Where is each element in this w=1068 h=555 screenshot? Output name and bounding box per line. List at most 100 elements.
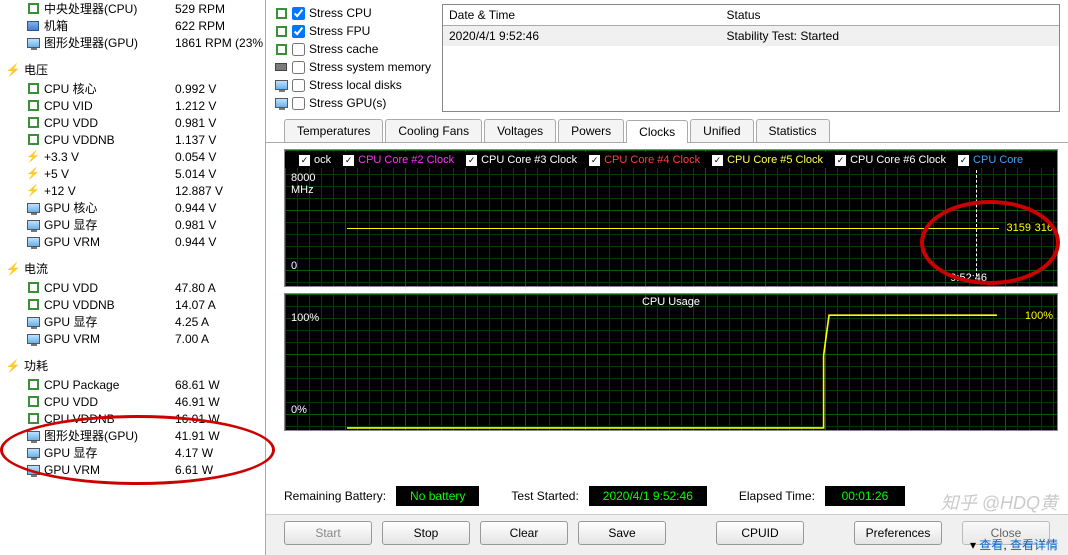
sensor-row[interactable]: ⚡+3.3 V0.054 V (6, 148, 265, 165)
sensor-row[interactable]: 机箱622 RPM (6, 17, 265, 34)
sensor-label: CPU Package (44, 378, 175, 392)
stress-checkbox[interactable] (292, 61, 305, 74)
tab-powers[interactable]: Powers (558, 119, 624, 142)
monitor-icon (26, 235, 40, 249)
sensor-row[interactable]: CPU 核心0.992 V (6, 80, 265, 97)
chip-icon (26, 82, 40, 96)
battery-label: Remaining Battery: (284, 489, 386, 503)
elapsed-label: Elapsed Time: (739, 489, 815, 503)
started-label: Test Started: (511, 489, 578, 503)
sensor-label: GPU 核心 (44, 199, 175, 216)
stress-checkbox[interactable] (292, 79, 305, 92)
sensor-row[interactable]: CPU VDD0.981 V (6, 114, 265, 131)
sensor-row[interactable]: GPU 核心0.944 V (6, 199, 265, 216)
stress-checkbox[interactable] (292, 43, 305, 56)
chip-icon (274, 42, 288, 56)
monitor-icon (26, 36, 40, 50)
legend-item[interactable]: ✓CPU Core (958, 154, 1023, 166)
bolt-icon: ⚡ (6, 262, 20, 276)
tab-statistics[interactable]: Statistics (756, 119, 830, 142)
value-label: 316 (1035, 222, 1053, 234)
save-button[interactable]: Save (578, 521, 666, 545)
sensor-row[interactable]: CPU VDDNB16.01 W (6, 410, 265, 427)
legend-item[interactable]: ✓CPU Core #3 Clock (466, 154, 577, 166)
sensor-value: 7.00 A (175, 332, 265, 346)
check-icon: ✓ (712, 155, 723, 166)
sensor-row[interactable]: 图形处理器(GPU)1861 RPM (23% (6, 34, 265, 51)
tab-clocks[interactable]: Clocks (626, 120, 688, 143)
sensor-row[interactable]: GPU 显存4.17 W (6, 444, 265, 461)
sensor-row[interactable]: 中央处理器(CPU)529 RPM (6, 0, 265, 17)
sensor-row[interactable]: ⚡+5 V5.014 V (6, 165, 265, 182)
sensor-row[interactable]: GPU 显存0.981 V (6, 216, 265, 233)
section-power: ⚡功耗 (6, 355, 265, 376)
clear-button[interactable]: Clear (480, 521, 568, 545)
check-icon: ✓ (299, 155, 310, 166)
x-time: 9:52:46 (950, 272, 987, 284)
tab-cooling-fans[interactable]: Cooling Fans (385, 119, 482, 142)
sensor-row[interactable]: CPU Package68.61 W (6, 376, 265, 393)
sensor-row[interactable]: ⚡+12 V12.887 V (6, 182, 265, 199)
stop-button[interactable]: Stop (382, 521, 470, 545)
sensor-label: GPU 显存 (44, 313, 175, 330)
preferences-button[interactable]: Preferences (854, 521, 942, 545)
monitor-icon (26, 201, 40, 215)
stress-option: Stress CPU (274, 4, 434, 22)
case-icon (26, 19, 40, 33)
stress-option: Stress local disks (274, 76, 434, 94)
sensor-value: 6.61 W (175, 463, 265, 477)
sensor-value: 4.25 A (175, 315, 265, 329)
sensor-label: GPU 显存 (44, 216, 175, 233)
sensor-row[interactable]: GPU VRM6.61 W (6, 461, 265, 478)
legend-item[interactable]: ✓CPU Core #6 Clock (835, 154, 946, 166)
tab-voltages[interactable]: Voltages (484, 119, 556, 142)
clocks-chart[interactable]: ✓ock ✓CPU Core #2 Clock ✓CPU Core #3 Clock… (284, 149, 1058, 287)
stress-label: Stress FPU (309, 24, 370, 38)
stress-option: Stress FPU (274, 22, 434, 40)
bolt-icon: ⚡ (6, 63, 20, 77)
sensor-row[interactable]: CPU VID1.212 V (6, 97, 265, 114)
link-view[interactable]: 查看 (979, 538, 1003, 552)
sensor-row[interactable]: CPU VDD47.80 A (6, 279, 265, 296)
cpuid-button[interactable]: CPUID (716, 521, 804, 545)
chip-icon (26, 412, 40, 426)
legend-item[interactable]: ✓CPU Core #4 Clock (589, 154, 700, 166)
tab-temperatures[interactable]: Temperatures (284, 119, 383, 142)
stress-checkbox[interactable] (292, 7, 305, 20)
tab-unified[interactable]: Unified (690, 119, 753, 142)
stress-label: Stress local disks (309, 78, 402, 92)
sensor-value: 46.91 W (175, 395, 265, 409)
stress-checkbox[interactable] (292, 97, 305, 110)
ram-icon (274, 60, 288, 74)
sensor-row[interactable]: GPU VRM0.944 V (6, 233, 265, 250)
chart-title: CPU Usage (285, 296, 1057, 308)
sensor-value: 47.80 A (175, 281, 265, 295)
sensor-label: GPU 显存 (44, 444, 175, 461)
legend-item[interactable]: ✓CPU Core #2 Clock (343, 154, 454, 166)
value-label: 100% (1025, 310, 1053, 322)
sensor-row[interactable]: CPU VDD46.91 W (6, 393, 265, 410)
sensor-value: 0.944 V (175, 235, 265, 249)
legend-item[interactable]: ✓ock (299, 154, 331, 166)
sensor-row[interactable]: GPU 显存4.25 A (6, 313, 265, 330)
status-bar: Remaining Battery: No battery Test Start… (266, 478, 1068, 514)
sensor-row[interactable]: GPU VRM7.00 A (6, 330, 265, 347)
chip-icon (274, 6, 288, 20)
bolt-icon: ⚡ (6, 359, 20, 373)
elapsed-value: 00:01:26 (825, 486, 905, 506)
sensor-row[interactable]: CPU VDDNB1.137 V (6, 131, 265, 148)
sensor-label: 图形处理器(GPU) (44, 427, 175, 444)
sensor-row[interactable]: CPU VDDNB14.07 A (6, 296, 265, 313)
legend-item[interactable]: ✓CPU Core #5 Clock (712, 154, 823, 166)
chip-icon (26, 116, 40, 130)
link-detail[interactable]: 查看详情 (1010, 538, 1058, 552)
stress-checkbox[interactable] (292, 25, 305, 38)
stress-option: Stress cache (274, 40, 434, 58)
chip-icon (26, 2, 40, 16)
sensor-row[interactable]: 图形处理器(GPU)41.91 W (6, 427, 265, 444)
sensor-label: CPU VDD (44, 281, 175, 295)
button-bar: StartStopClearSaveCPUIDPreferencesClose (266, 514, 1068, 555)
sensor-value: 5.014 V (175, 167, 265, 181)
sensor-label: CPU VDDNB (44, 412, 175, 426)
cpu-usage-chart[interactable]: CPU Usage 100% 0% 100% (284, 293, 1058, 431)
